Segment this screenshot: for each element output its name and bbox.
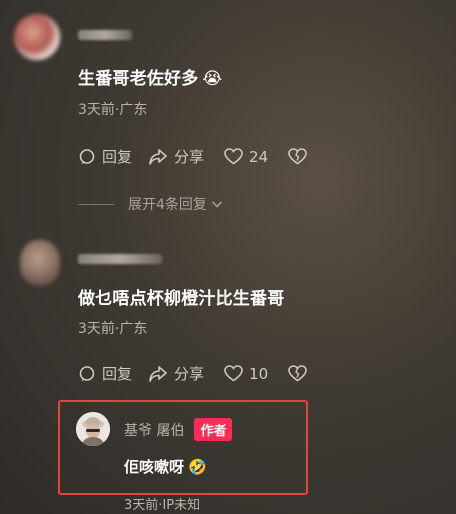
dislike-button[interactable] [288, 148, 307, 165]
broken-heart-icon [288, 365, 307, 382]
share-label: 分享 [174, 148, 205, 166]
author-avatar[interactable] [76, 412, 110, 446]
comment-meta: 3天前·广东 [78, 321, 148, 337]
comment-meta: 3天前·广东 [78, 102, 148, 118]
reply-button[interactable]: 回复 [78, 146, 132, 167]
avatar[interactable] [14, 14, 60, 60]
reply-text-body: 佢咳嗽呀 [124, 458, 185, 476]
like-count: 10 [249, 364, 269, 383]
reply-label: 回复 [102, 365, 133, 383]
author-name[interactable]: 基爷 屠伯 [124, 420, 184, 440]
heart-icon [224, 365, 243, 382]
share-arrow-icon [148, 365, 168, 383]
username-blurred[interactable] [78, 30, 132, 40]
dislike-button[interactable] [288, 365, 307, 382]
username-blurred[interactable] [78, 254, 162, 264]
reply-header: 基爷 屠伯 作者 [124, 418, 233, 441]
expand-replies-button[interactable]: 展开4条回复 [128, 194, 223, 214]
reply-meta: 3天前·IP未知 [124, 498, 201, 513]
crying-emoji: 😭 [202, 69, 223, 89]
share-button[interactable]: 分享 [148, 363, 204, 384]
reply-bubble-icon [78, 365, 96, 383]
chevron-down-icon [211, 199, 223, 209]
comment-text: 做乜唔点杯柳橙汁比生番哥 [78, 289, 285, 309]
expand-replies-label: 展开4条回复 [128, 197, 207, 213]
divider [78, 204, 114, 205]
avatar[interactable] [20, 240, 60, 286]
reply-text: 佢咳嗽呀 🤣 [124, 456, 207, 477]
rolling-laughing-emoji: 🤣 [188, 458, 207, 476]
like-count: 24 [249, 147, 269, 166]
share-button[interactable]: 分享 [148, 146, 204, 167]
comment-text-body: 生番哥老佐好多 [78, 69, 199, 89]
heart-icon [224, 148, 243, 165]
like-button[interactable]: 10 [224, 365, 268, 383]
comment-text: 生番哥老佐好多 😭 [78, 64, 222, 89]
comment-actions: 回复 分享 10 [78, 363, 307, 384]
comment-actions: 回复 分享 24 [78, 146, 307, 167]
author-badge: 作者 [194, 418, 233, 441]
reply-bubble-icon [78, 148, 96, 166]
broken-heart-icon [288, 148, 307, 165]
share-label: 分享 [174, 365, 205, 383]
reply-label: 回复 [102, 148, 133, 166]
reply-button[interactable]: 回复 [78, 363, 132, 384]
share-arrow-icon [148, 148, 168, 166]
like-button[interactable]: 24 [224, 148, 268, 166]
